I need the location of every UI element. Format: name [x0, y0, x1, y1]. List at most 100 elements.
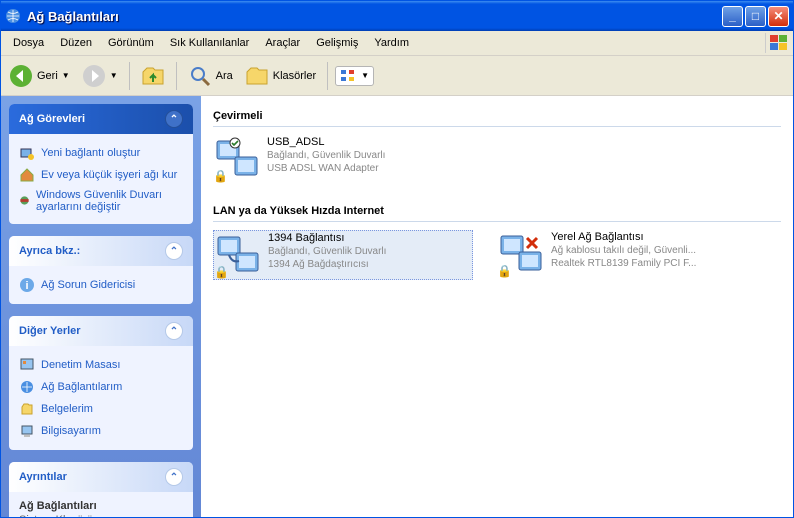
connection-device: Realtek RTL8139 Family PCI F... [551, 257, 696, 270]
window-title: Ağ Bağlantıları [27, 9, 720, 24]
connection-name: 1394 Bağlantısı [268, 231, 386, 245]
panel-body: Denetim Masası Ağ Bağlantılarım Belgeler… [9, 346, 193, 450]
connection-status: Bağlandı, Güvenlik Duvarlı [267, 149, 385, 162]
item-row: 🔒 1394 Bağlantısı Bağlandı, Güvenlik Duv… [213, 230, 781, 280]
main-pane: Çevirmeli 🔒 USB_ADSL Bağlandı, Güvenlik … [201, 96, 793, 517]
link-my-computer[interactable]: Bilgisayarım [19, 420, 183, 442]
menu-edit[interactable]: Düzen [52, 34, 100, 52]
maximize-button[interactable]: □ [745, 6, 766, 27]
menu-advanced[interactable]: Gelişmiş [308, 34, 366, 52]
search-icon [188, 64, 212, 88]
info-icon: i [19, 277, 35, 293]
chevron-down-icon: ▼ [110, 71, 118, 80]
panel-other-places: Diğer Yerler ⌃ Denetim Masası Ağ Bağlant… [9, 316, 193, 450]
windows-flag-icon[interactable] [765, 33, 789, 53]
folders-icon [245, 64, 269, 88]
panel-header[interactable]: Ağ Görevleri ⌃ [9, 104, 193, 134]
computer-icon [19, 423, 35, 439]
lan-icon: 🔒 [214, 231, 262, 279]
panel-header[interactable]: Ayrıntılar ⌃ [9, 462, 193, 492]
collapse-icon[interactable]: ⌃ [165, 110, 183, 128]
panel-network-tasks: Ağ Görevleri ⌃ Yeni bağlantı oluştur Ev … [9, 104, 193, 224]
window-frame: Ağ Bağlantıları _ □ ✕ Dosya Düzen Görünü… [0, 0, 794, 518]
details-name: Ağ Bağlantıları [19, 500, 183, 512]
item-row: 🔒 USB_ADSL Bağlandı, Güvenlik Duvarlı US… [213, 135, 781, 183]
menu-help[interactable]: Yardım [366, 34, 417, 52]
folders-button[interactable]: Klasörler [241, 61, 320, 91]
up-button[interactable] [137, 61, 169, 91]
content-area: Ağ Görevleri ⌃ Yeni bağlantı oluştur Ev … [1, 96, 793, 517]
back-button[interactable]: Geri ▼ [5, 61, 74, 91]
new-connection-icon [19, 145, 35, 161]
connection-name: Yerel Ağ Bağlantısı [551, 230, 696, 244]
back-label: Geri [37, 70, 58, 82]
menu-view[interactable]: Görünüm [100, 34, 162, 52]
views-icon [340, 69, 358, 83]
forward-icon [82, 64, 106, 88]
panel-body: Yeni bağlantı oluştur Ev veya küçük işye… [9, 134, 193, 224]
link-control-panel[interactable]: Denetim Masası [19, 354, 183, 376]
panel-header[interactable]: Diğer Yerler ⌃ [9, 316, 193, 346]
link-my-documents[interactable]: Belgelerim [19, 398, 183, 420]
task-new-connection[interactable]: Yeni bağlantı oluştur [19, 142, 183, 164]
lan-disconnected-icon: 🔒 [497, 230, 545, 278]
connection-usb-adsl[interactable]: 🔒 USB_ADSL Bağlandı, Güvenlik Duvarlı US… [213, 135, 473, 183]
sidebar: Ağ Görevleri ⌃ Yeni bağlantı oluştur Ev … [1, 96, 201, 517]
menu-file[interactable]: Dosya [5, 34, 52, 52]
link-label: Ağ Sorun Gidericisi [41, 279, 135, 291]
link-my-network[interactable]: Ağ Bağlantılarım [19, 376, 183, 398]
task-firewall[interactable]: Windows Güvenlik Duvarı ayarlarını değiş… [19, 186, 183, 216]
separator [129, 62, 130, 90]
separator [176, 62, 177, 90]
folders-label: Klasörler [273, 70, 316, 82]
panel-body: Ağ Bağlantıları Sistem Klasörü [9, 492, 193, 517]
panel-title: Ağ Görevleri [19, 113, 85, 125]
lock-icon: 🔒 [214, 265, 229, 279]
toolbar: Geri ▼ ▼ Ara Klasörler ▼ [1, 56, 793, 96]
link-label: Windows Güvenlik Duvarı ayarlarını değiş… [36, 189, 183, 213]
panel-title: Ayrıntılar [19, 471, 67, 483]
chevron-down-icon: ▼ [62, 71, 70, 80]
collapse-icon[interactable]: ⌃ [165, 322, 183, 340]
connection-status: Ağ kablosu takılı değil, Güvenli... [551, 244, 696, 257]
lock-icon: 🔒 [213, 169, 228, 183]
panel-title: Ayrıca bkz.: [19, 245, 80, 257]
collapse-icon[interactable]: ⌃ [165, 468, 183, 486]
group-lan: LAN ya da Yüksek Hızda Internet [213, 201, 781, 222]
link-label: Yeni bağlantı oluştur [41, 147, 140, 159]
svg-text:i: i [25, 280, 28, 292]
menu-bar: Dosya Düzen Görünüm Sık Kullanılanlar Ar… [1, 31, 793, 56]
search-button[interactable]: Ara [184, 61, 237, 91]
link-label: Denetim Masası [41, 359, 120, 371]
folder-up-icon [141, 64, 165, 88]
minimize-button[interactable]: _ [722, 6, 743, 27]
home-network-icon [19, 167, 35, 183]
menu-tools[interactable]: Araçlar [257, 34, 308, 52]
panel-header[interactable]: Ayrıca bkz.: ⌃ [9, 236, 193, 266]
collapse-icon[interactable]: ⌃ [165, 242, 183, 260]
close-button[interactable]: ✕ [768, 6, 789, 27]
link-label: Bilgisayarım [41, 425, 101, 437]
lock-icon: 🔒 [497, 264, 512, 278]
menu-favorites[interactable]: Sık Kullanılanlar [162, 34, 258, 52]
forward-button[interactable]: ▼ [78, 61, 122, 91]
panel-see-also: Ayrıca bkz.: ⌃ i Ağ Sorun Gidericisi [9, 236, 193, 304]
details-type: Sistem Klasörü [19, 514, 183, 517]
connection-device: 1394 Ağ Bağdaştırıcısı [268, 258, 386, 271]
network-places-icon [19, 379, 35, 395]
group-dialup: Çevirmeli [213, 106, 781, 127]
separator [327, 62, 328, 90]
views-button[interactable]: ▼ [335, 66, 374, 86]
firewall-icon [19, 193, 30, 209]
connection-1394[interactable]: 🔒 1394 Bağlantısı Bağlandı, Güvenlik Duv… [213, 230, 473, 280]
control-panel-icon [19, 357, 35, 373]
link-label: Belgelerim [41, 403, 93, 415]
connection-lan[interactable]: 🔒 Yerel Ağ Bağlantısı Ağ kablosu takılı … [497, 230, 757, 280]
link-troubleshooter[interactable]: i Ağ Sorun Gidericisi [19, 274, 183, 296]
titlebar[interactable]: Ağ Bağlantıları _ □ ✕ [1, 1, 793, 31]
panel-details: Ayrıntılar ⌃ Ağ Bağlantıları Sistem Klas… [9, 462, 193, 517]
link-label: Ağ Bağlantılarım [41, 381, 122, 393]
documents-icon [19, 401, 35, 417]
panel-title: Diğer Yerler [19, 325, 81, 337]
task-home-network[interactable]: Ev veya küçük işyeri ağı kur [19, 164, 183, 186]
